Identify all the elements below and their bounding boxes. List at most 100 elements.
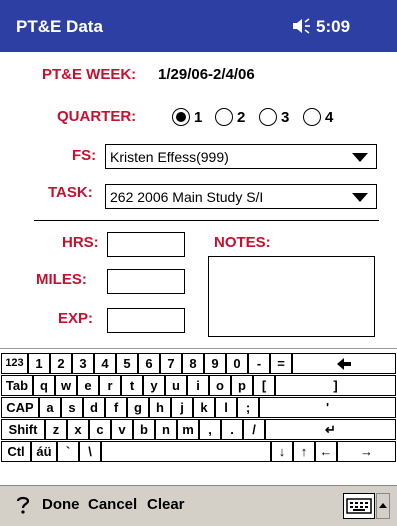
key-l[interactable]: l bbox=[215, 397, 237, 418]
key-minus[interactable]: - bbox=[248, 353, 270, 374]
key-arrow-down[interactable]: ↓ bbox=[271, 441, 293, 462]
key-p[interactable]: p bbox=[231, 375, 253, 396]
done-menu[interactable]: Done bbox=[42, 496, 80, 513]
key-7[interactable]: 7 bbox=[160, 353, 182, 374]
fs-label: FS: bbox=[72, 147, 97, 164]
enter-key[interactable]: ↵ bbox=[265, 419, 396, 440]
key-d[interactable]: d bbox=[83, 397, 105, 418]
key-m[interactable]: m bbox=[177, 419, 199, 440]
key-o[interactable]: o bbox=[209, 375, 231, 396]
key-intl[interactable]: áü bbox=[31, 441, 57, 462]
chevron-down-icon bbox=[352, 153, 368, 162]
miles-label: MILES: bbox=[36, 271, 87, 288]
help-icon[interactable] bbox=[14, 495, 32, 515]
key-i[interactable]: i bbox=[187, 375, 209, 396]
radio-unselected-icon bbox=[215, 108, 233, 126]
quarter-radio-2[interactable]: 2 bbox=[215, 106, 245, 128]
key-n[interactable]: n bbox=[155, 419, 177, 440]
key-2[interactable]: 2 bbox=[50, 353, 72, 374]
task-dropdown[interactable]: 262 2006 Main Study S/I bbox=[105, 184, 377, 209]
week-value: 1/29/06-2/4/06 bbox=[158, 66, 255, 83]
quarter-radio-4[interactable]: 4 bbox=[303, 106, 333, 128]
key-arrow-up[interactable]: ↑ bbox=[293, 441, 315, 462]
key-a[interactable]: a bbox=[39, 397, 61, 418]
key-6[interactable]: 6 bbox=[138, 353, 160, 374]
key-w[interactable]: w bbox=[55, 375, 77, 396]
key-3[interactable]: 3 bbox=[72, 353, 94, 374]
spacebar[interactable] bbox=[101, 441, 271, 462]
key-backslash[interactable]: \ bbox=[79, 441, 101, 462]
task-selected: 262 2006 Main Study S/I bbox=[110, 189, 264, 205]
key-caps[interactable]: CAP bbox=[1, 397, 39, 418]
notes-textarea[interactable] bbox=[208, 256, 375, 337]
key-backtick[interactable]: ` bbox=[57, 441, 79, 462]
radio-unselected-icon bbox=[303, 108, 321, 126]
key-c[interactable]: c bbox=[89, 419, 111, 440]
quarter-label: QUARTER: bbox=[57, 108, 137, 125]
clear-menu[interactable]: Clear bbox=[147, 496, 185, 513]
key-arrow-right[interactable]: → bbox=[337, 441, 396, 462]
key-semicolon[interactable]: ; bbox=[237, 397, 259, 418]
clock[interactable]: 5:09 bbox=[316, 17, 350, 37]
fs-dropdown[interactable]: Kristen Effess(999) bbox=[105, 144, 377, 169]
key-e[interactable]: e bbox=[77, 375, 99, 396]
hrs-input[interactable] bbox=[107, 232, 185, 257]
key-v[interactable]: v bbox=[111, 419, 133, 440]
key-shift[interactable]: Shift bbox=[1, 419, 45, 440]
key-8[interactable]: 8 bbox=[182, 353, 204, 374]
key-right-bracket[interactable]: ] bbox=[275, 375, 396, 396]
key-slash[interactable]: / bbox=[243, 419, 265, 440]
divider bbox=[34, 220, 379, 221]
exp-input[interactable] bbox=[107, 308, 185, 333]
key-ctrl[interactable]: Ctl bbox=[1, 441, 31, 462]
hrs-label: HRS: bbox=[62, 234, 99, 251]
screen: PT&E Data 5:09 PT&E WEEK: 1/29/06-2/4/06… bbox=[0, 0, 397, 526]
speaker-icon[interactable] bbox=[292, 16, 312, 36]
key-equals[interactable]: = bbox=[270, 353, 292, 374]
key-s[interactable]: s bbox=[61, 397, 83, 418]
week-label: PT&E WEEK: bbox=[42, 66, 137, 83]
key-4[interactable]: 4 bbox=[94, 353, 116, 374]
key-b[interactable]: b bbox=[133, 419, 155, 440]
input-menu-button[interactable] bbox=[376, 493, 390, 519]
notes-label: NOTES: bbox=[214, 234, 271, 251]
key-period[interactable]: . bbox=[221, 419, 243, 440]
key-r[interactable]: r bbox=[99, 375, 121, 396]
keyboard-toggle-button[interactable] bbox=[343, 493, 375, 519]
window-title: PT&E Data bbox=[16, 17, 103, 36]
key-left-bracket[interactable]: [ bbox=[253, 375, 275, 396]
key-f[interactable]: f bbox=[105, 397, 127, 418]
chevron-up-icon bbox=[379, 503, 387, 508]
backspace-icon bbox=[337, 358, 351, 370]
key-9[interactable]: 9 bbox=[204, 353, 226, 374]
key-x[interactable]: x bbox=[67, 419, 89, 440]
key-arrow-left[interactable]: ← bbox=[315, 441, 337, 462]
key-z[interactable]: z bbox=[45, 419, 67, 440]
key-h[interactable]: h bbox=[149, 397, 171, 418]
exp-label: EXP: bbox=[58, 310, 94, 327]
key-k[interactable]: k bbox=[193, 397, 215, 418]
fs-selected: Kristen Effess(999) bbox=[110, 149, 229, 165]
quarter-radio-3[interactable]: 3 bbox=[259, 106, 289, 128]
radio-unselected-icon bbox=[259, 108, 277, 126]
cancel-menu[interactable]: Cancel bbox=[88, 496, 137, 513]
quarter-radio-1[interactable]: 1 bbox=[172, 106, 202, 128]
key-y[interactable]: y bbox=[143, 375, 165, 396]
miles-input[interactable] bbox=[107, 269, 185, 294]
key-123[interactable]: 123 bbox=[1, 353, 28, 374]
key-g[interactable]: g bbox=[127, 397, 149, 418]
key-apostrophe[interactable]: ' bbox=[259, 397, 396, 418]
title-bar: PT&E Data 5:09 bbox=[0, 0, 397, 52]
key-5[interactable]: 5 bbox=[116, 353, 138, 374]
key-u[interactable]: u bbox=[165, 375, 187, 396]
key-comma[interactable]: , bbox=[199, 419, 221, 440]
key-j[interactable]: j bbox=[171, 397, 193, 418]
backspace-key[interactable] bbox=[292, 353, 396, 374]
chevron-down-icon bbox=[352, 193, 368, 202]
key-1[interactable]: 1 bbox=[28, 353, 50, 374]
radio-selected-icon bbox=[172, 108, 190, 126]
key-0[interactable]: 0 bbox=[226, 353, 248, 374]
key-t[interactable]: t bbox=[121, 375, 143, 396]
key-tab[interactable]: Tab bbox=[1, 375, 33, 396]
key-q[interactable]: q bbox=[33, 375, 55, 396]
